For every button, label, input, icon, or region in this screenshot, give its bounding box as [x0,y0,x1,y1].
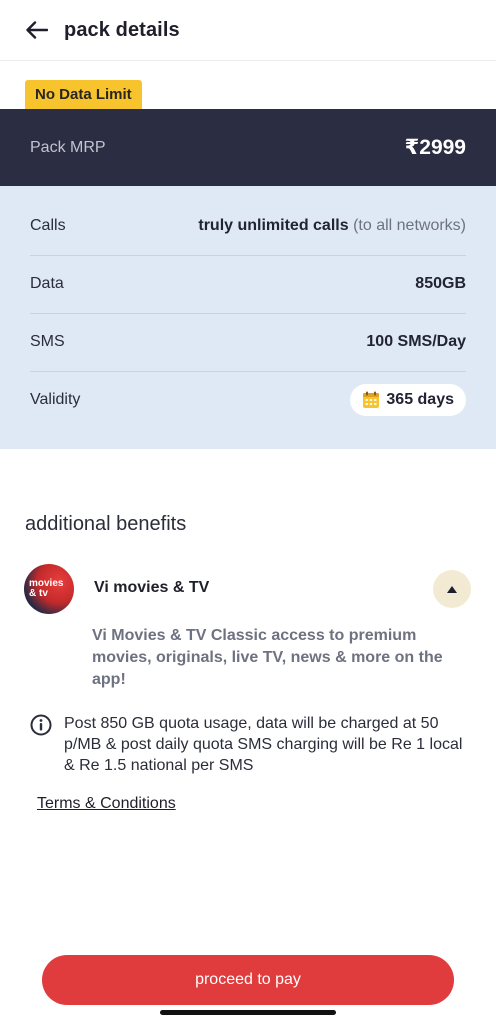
arrow-left-icon [26,21,48,39]
pack-details-screen: pack details No Data Limit Pack MRP ₹299… [0,0,496,1024]
header: pack details [0,0,496,61]
calls-note: (to all networks) [353,217,466,234]
proceed-to-pay-button[interactable]: proceed to pay [42,955,454,1005]
validity-label: Validity [30,391,81,408]
no-data-limit-badge: No Data Limit [25,80,142,109]
back-button[interactable] [26,16,54,44]
page-title: pack details [64,18,180,41]
pack-mrp-value: ₹2999 [404,136,466,159]
vi-movies-tv-logo: movies & tv [24,564,74,614]
calls-value-text: truly unlimited calls [198,217,349,234]
terms-and-conditions-link[interactable]: Terms & Conditions [37,795,176,813]
validity-value: 365 days [386,391,454,408]
collapse-benefit-button[interactable] [433,570,471,608]
pack-mrp-label: Pack MRP [30,138,106,156]
validity-row: Validity 365 days [30,371,466,429]
calls-label: Calls [30,217,66,234]
calls-value: truly unlimited calls (to all networks) [198,217,466,235]
sms-row: SMS 100 SMS/Day [30,313,466,371]
sms-label: SMS [30,333,65,350]
pack-details-panel: Calls truly unlimited calls (to all netw… [0,186,496,449]
validity-pill: 365 days [350,384,466,416]
data-value: 850GB [415,275,466,292]
data-label: Data [30,275,64,292]
sms-value: 100 SMS/Day [366,333,466,350]
caret-up-icon [447,585,457,593]
calls-row: Calls truly unlimited calls (to all netw… [30,197,466,255]
info-icon [30,714,52,736]
logo-text-line: & tv [29,588,48,599]
usage-info-text: Post 850 GB quota usage, data will be ch… [64,715,463,774]
benefit-name: Vi movies & TV [94,579,210,596]
pack-mrp-bar: Pack MRP ₹2999 [0,109,496,186]
additional-benefits-title: additional benefits [25,513,187,535]
usage-info-note: Post 850 GB quota usage, data will be ch… [30,713,470,776]
calendar-icon [363,391,380,408]
data-row: Data 850GB [30,255,466,313]
benefit-description: Vi Movies & TV Classic access to premium… [92,627,443,688]
home-indicator [160,1010,336,1015]
